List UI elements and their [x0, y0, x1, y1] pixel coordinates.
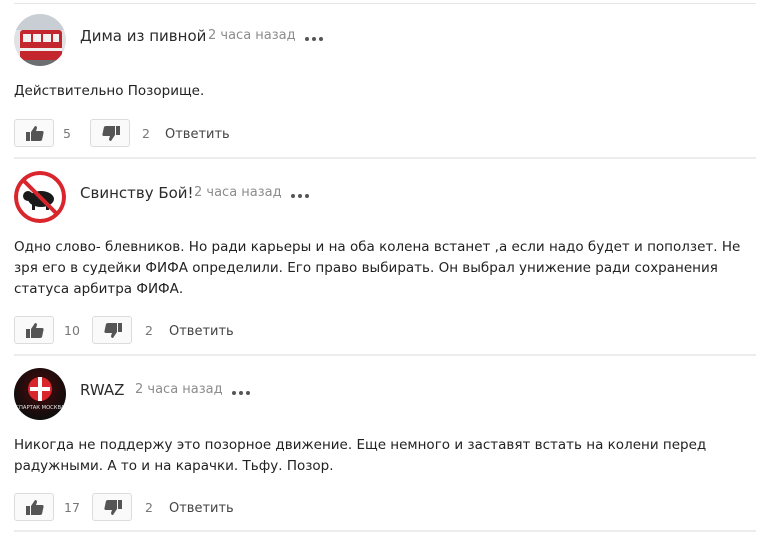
comment-text: Одно слово- блевников. Но ради карьеры и… — [14, 239, 741, 297]
thumbs-down-icon — [104, 323, 122, 338]
top-divider — [14, 3, 756, 4]
like-count: 5 — [63, 126, 71, 141]
like-count: 10 — [64, 323, 80, 338]
comment-divider — [14, 157, 756, 159]
dislike-button[interactable] — [92, 493, 132, 521]
comment-divider — [14, 530, 756, 532]
comment-author[interactable]: Дима из пивной — [80, 27, 206, 45]
reply-button[interactable]: Ответить — [169, 501, 234, 516]
thumbs-up-icon — [26, 500, 44, 515]
dislike-count: 2 — [142, 126, 150, 141]
comment-time: 2 часа назад — [208, 28, 296, 43]
comment-text: Действительно Позорище. — [14, 83, 205, 99]
like-button[interactable] — [14, 119, 54, 147]
thumbs-down-icon — [102, 126, 120, 141]
more-dots-icon[interactable] — [232, 387, 252, 397]
more-dots-icon[interactable] — [305, 33, 325, 43]
like-button[interactable] — [14, 493, 54, 521]
more-dots-icon[interactable] — [291, 190, 311, 200]
comment-author[interactable]: Свинству Бой! — [80, 184, 194, 202]
avatar[interactable] — [14, 171, 66, 223]
comment-author[interactable]: RWAZ — [80, 381, 124, 399]
thumbs-up-icon — [26, 126, 44, 141]
dislike-count: 2 — [145, 500, 153, 515]
comment-text: Никогда не поддержу это позорное движени… — [14, 437, 707, 474]
comment-divider — [14, 354, 756, 356]
thumbs-down-icon — [104, 500, 122, 515]
like-button[interactable] — [14, 316, 54, 344]
avatar-logo-text: СПАРТАК МОСКВА — [15, 405, 65, 411]
reply-button[interactable]: Ответить — [165, 127, 230, 142]
dislike-button[interactable] — [92, 316, 132, 344]
comment-time: 2 часа назад — [135, 382, 223, 397]
avatar[interactable]: СПАРТАК МОСКВА — [14, 368, 66, 420]
dislike-button[interactable] — [90, 119, 130, 147]
avatar[interactable] — [14, 14, 66, 66]
dislike-count: 2 — [145, 323, 153, 338]
comment-time: 2 часа назад — [194, 185, 282, 200]
thumbs-up-icon — [26, 323, 44, 338]
reply-button[interactable]: Ответить — [169, 324, 234, 339]
like-count: 17 — [64, 500, 80, 515]
